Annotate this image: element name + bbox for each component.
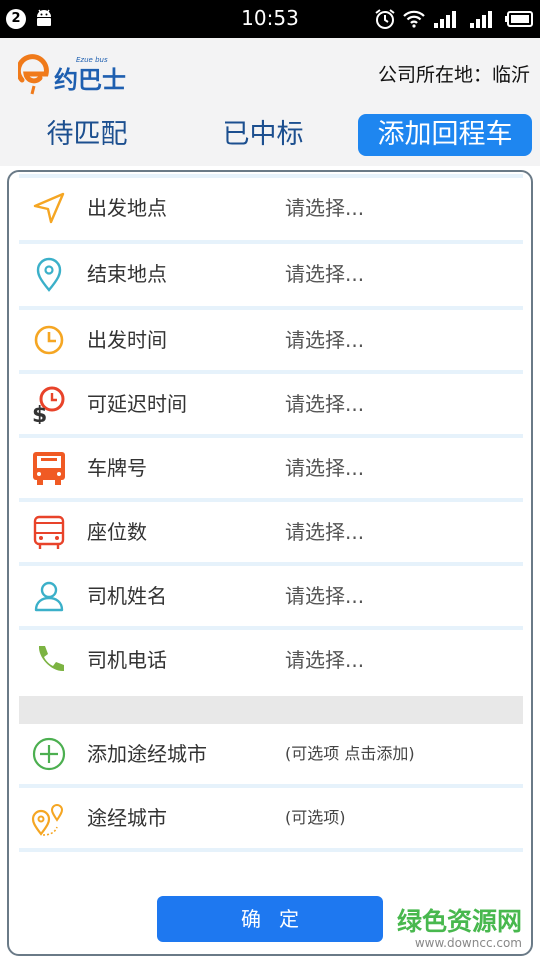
row-value: 请选择... bbox=[285, 196, 365, 220]
row-label: 可延迟时间 bbox=[87, 392, 187, 416]
tab-bar: 待匹配 已中标 添加回程车 bbox=[0, 108, 540, 166]
row-end-place[interactable]: 结束地点 请选择... bbox=[19, 244, 523, 304]
navigation-arrow-icon bbox=[33, 192, 65, 224]
row-driver-name[interactable]: 司机姓名 请选择... bbox=[19, 566, 523, 626]
row-label: 结束地点 bbox=[87, 262, 167, 286]
row-delay-time[interactable]: $ 可延迟时间 请选择... bbox=[19, 374, 523, 434]
row-value: 请选择... bbox=[285, 456, 365, 480]
section-gap bbox=[19, 696, 523, 726]
row-hint: (可选项 点击添加) bbox=[285, 744, 415, 763]
bus-front-icon bbox=[33, 452, 65, 485]
row-via-cities[interactable]: 途经城市 (可选项) bbox=[19, 788, 523, 848]
row-value: 请选择... bbox=[285, 392, 365, 416]
row-value: 请选择... bbox=[285, 328, 365, 352]
watermark-url: www.downcc.com bbox=[414, 936, 522, 950]
alarm-clock-icon bbox=[375, 9, 395, 29]
tab-pending-match[interactable]: 待匹配 bbox=[28, 114, 146, 156]
wifi-icon bbox=[403, 10, 425, 28]
signal-strength-icon bbox=[470, 11, 492, 28]
watermark: 绿色资源网 www.downcc.com bbox=[396, 907, 522, 951]
signal-strength-icon bbox=[434, 11, 456, 28]
phone-icon bbox=[38, 646, 64, 672]
row-label: 途经城市 bbox=[87, 806, 167, 830]
row-departure-time[interactable]: 出发时间 请选择... bbox=[19, 310, 523, 370]
row-label: 车牌号 bbox=[87, 456, 147, 480]
form-card: 出发地点 请选择... 结束地点 请选择... 出发时间 请选择... $ 可延… bbox=[7, 170, 533, 956]
row-seat-count[interactable]: 座位数 请选择... bbox=[19, 502, 523, 562]
row-driver-phone[interactable]: 司机电话 请选择... bbox=[19, 630, 523, 690]
confirm-button[interactable]: 确定 bbox=[157, 896, 383, 942]
row-value: 请选择... bbox=[285, 648, 365, 672]
row-label: 出发地点 bbox=[87, 196, 167, 220]
delay-time-dollar-icon: $ bbox=[32, 386, 65, 424]
map-pin-icon bbox=[36, 257, 62, 292]
tab-add-return-vehicle[interactable]: 添加回程车 bbox=[358, 114, 532, 156]
row-value: 请选择... bbox=[285, 262, 365, 286]
row-label: 添加途经城市 bbox=[87, 742, 207, 766]
row-hint: (可选项) bbox=[285, 808, 346, 827]
person-icon bbox=[34, 581, 64, 612]
row-add-via-city[interactable]: 添加途经城市 (可选项 点击添加) bbox=[19, 724, 523, 784]
row-departure-place[interactable]: 出发地点 请选择... bbox=[19, 178, 523, 238]
company-location: 公司所在地：临沂 bbox=[377, 64, 530, 86]
tab-won-bid[interactable]: 已中标 bbox=[204, 114, 322, 156]
app-header: 约巴士 Ezue bus 公司所在地：临沂 bbox=[0, 38, 540, 108]
watermark-name: 绿色资源网 bbox=[396, 907, 522, 936]
add-circle-icon bbox=[32, 737, 66, 771]
svg-text:$: $ bbox=[32, 403, 47, 424]
row-value: 请选择... bbox=[285, 520, 365, 544]
route-pins-icon bbox=[31, 804, 64, 836]
e-yue-bus-logo: 约巴士 Ezue bus bbox=[18, 54, 126, 95]
row-plate-number[interactable]: 车牌号 请选择... bbox=[19, 438, 523, 498]
status-bar: 2 10:53 bbox=[0, 0, 540, 38]
row-label: 司机姓名 bbox=[87, 584, 167, 608]
svg-text:约巴士: 约巴士 bbox=[54, 66, 126, 94]
row-label: 出发时间 bbox=[87, 328, 167, 352]
row-label: 司机电话 bbox=[87, 648, 167, 672]
row-label: 座位数 bbox=[87, 520, 147, 544]
battery-icon bbox=[505, 11, 533, 27]
bus-seat-icon bbox=[33, 515, 65, 549]
clock-icon bbox=[34, 325, 64, 355]
row-divider bbox=[19, 848, 523, 852]
svg-text:Ezue bus: Ezue bus bbox=[76, 56, 108, 64]
row-value: 请选择... bbox=[285, 584, 365, 608]
